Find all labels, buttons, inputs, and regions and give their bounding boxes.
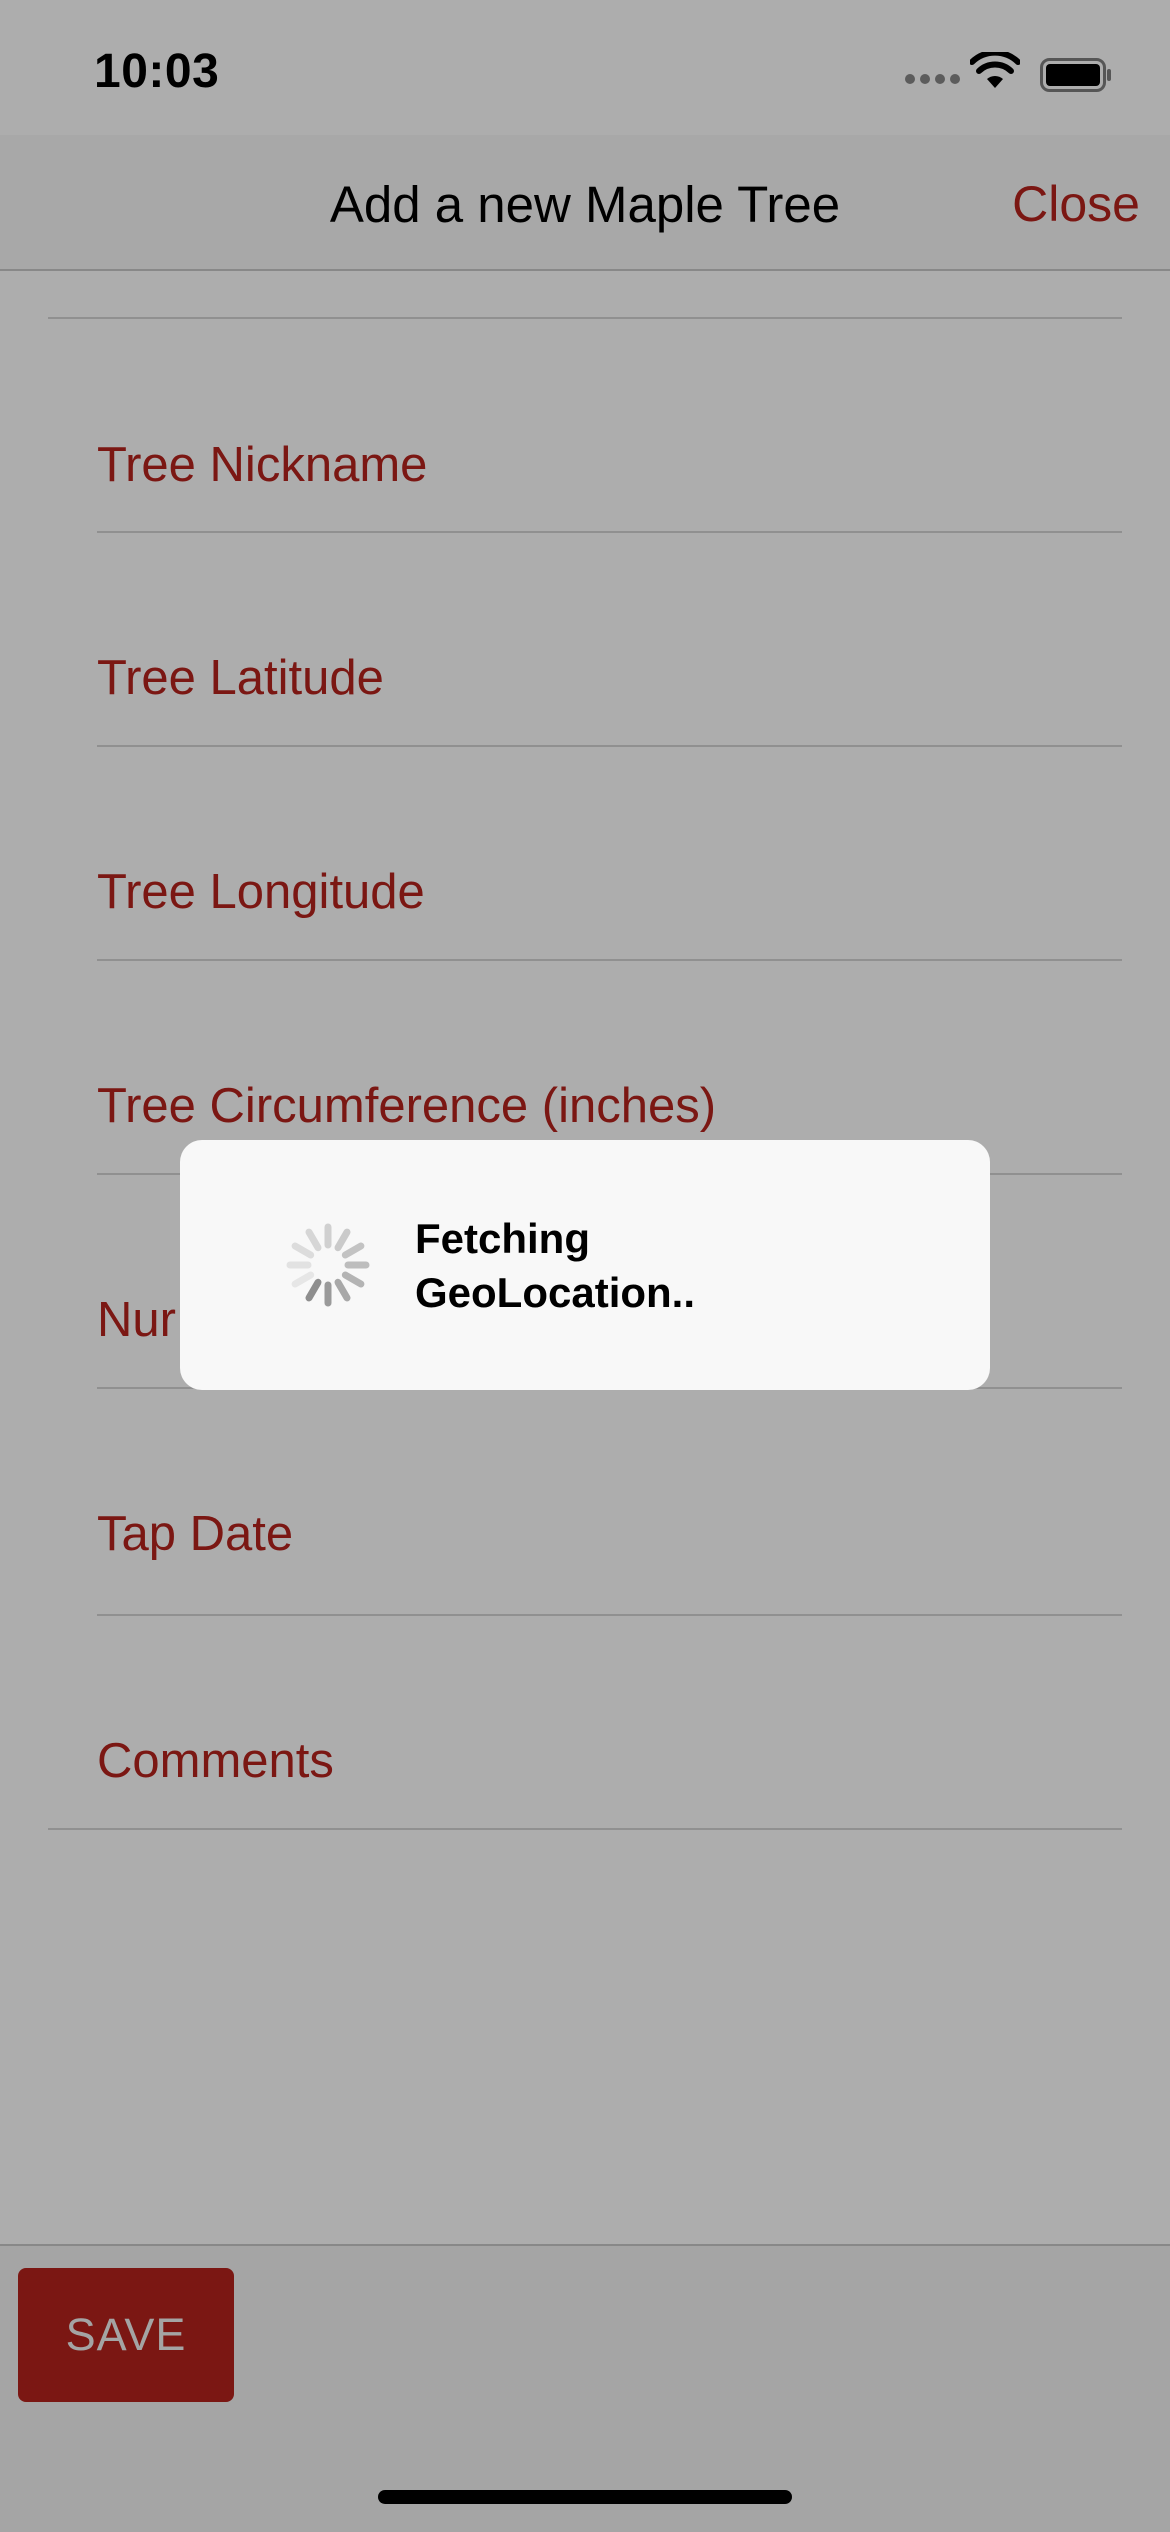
loading-message: Fetching GeoLocation.. bbox=[415, 1215, 696, 1316]
screen: 10:03 Add a new Maple Tree Close Tree Ni… bbox=[0, 0, 1170, 2532]
loading-dialog: Fetching GeoLocation.. bbox=[180, 1140, 990, 1390]
loading-spinner-icon bbox=[286, 1223, 370, 1307]
